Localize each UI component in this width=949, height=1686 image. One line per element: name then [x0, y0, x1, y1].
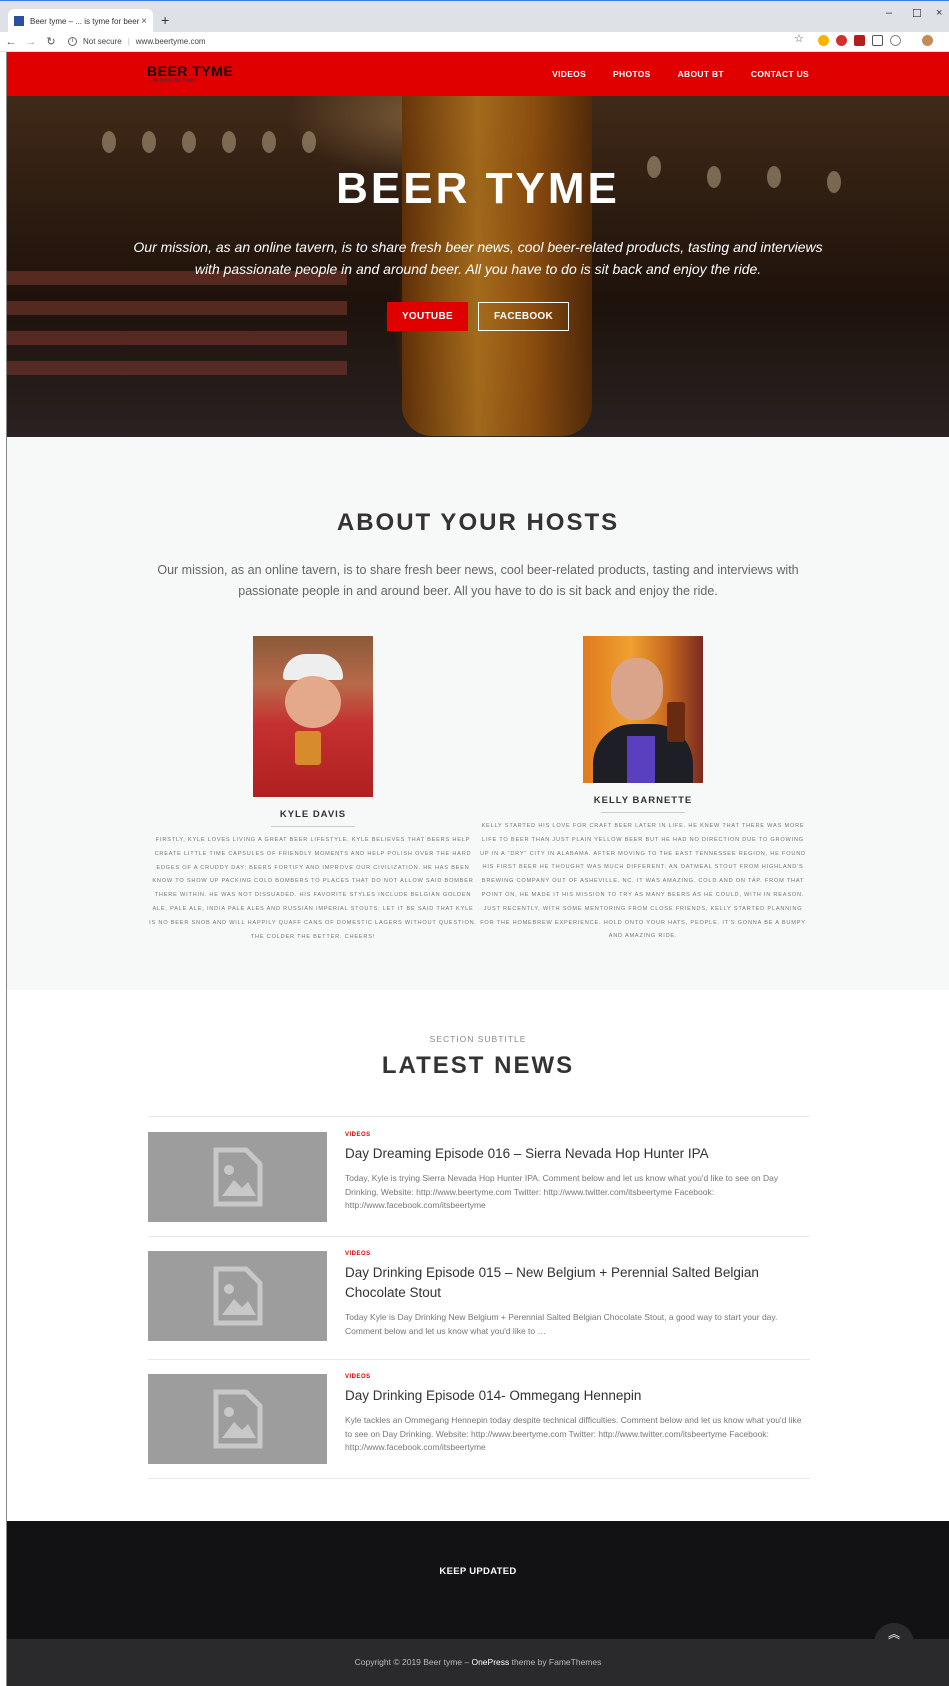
news-title: LATEST NEWS — [381, 1052, 575, 1079]
extension-icon[interactable] — [890, 35, 901, 46]
site-title[interactable]: BEER TYME — [147, 63, 233, 79]
post-thumbnail[interactable] — [148, 1132, 327, 1222]
news-subtitle: SECTION SUBTITLE — [429, 1034, 527, 1044]
browser-toolbar: ← → ↻ i Not secure | www.beertyme.com — [0, 32, 949, 52]
close-window-button[interactable]: × — [936, 7, 942, 19]
menu-item-about[interactable]: ABOUT BT — [678, 69, 724, 79]
post-excerpt: Today, Kyle is trying Sierra Nevada Hop … — [345, 1173, 779, 1210]
hero-title: BEER TYME — [336, 164, 620, 213]
site-brand[interactable]: BEER TYME ... is tyme for beer — [147, 63, 233, 84]
post-title[interactable]: Day Drinking Episode 015 – New Belgium +… — [345, 1263, 810, 1303]
bookmark-star-icon[interactable]: ☆ — [794, 34, 805, 45]
host-card: KELLY BARNETTE Kelly started his love fo… — [478, 636, 808, 944]
menu-item-videos[interactable]: VIDEOS — [552, 69, 586, 79]
post-category[interactable]: VIDEOS — [345, 1132, 810, 1138]
back-icon[interactable]: ← — [2, 36, 20, 48]
main-menu: VIDEOS PHOTOS ABOUT BT CONTACT US — [552, 69, 809, 79]
host-name: KYLE DAVIS — [279, 809, 347, 820]
maximize-button[interactable]: ☐ — [912, 7, 922, 20]
news-list: VIDEOS Day Dreaming Episode 016 – Sierra… — [148, 1116, 810, 1479]
host-card: KYLE DAVIS Firstly, Kyle loves living a … — [148, 636, 478, 944]
news-post: VIDEOS Day Drinking Episode 015 – New Be… — [148, 1236, 810, 1359]
copyright: Copyright © 2019 Beer tyme – OnePress th… — [7, 1657, 949, 1667]
youtube-button[interactable]: YOUTUBE — [386, 302, 468, 331]
post-excerpt: Today Kyle is Day Drinking New Belgium +… — [345, 1312, 778, 1336]
copyright-prefix: Copyright © 2019 Beer tyme – — [354, 1657, 472, 1667]
address-bar[interactable]: i Not secure | www.beertyme.com — [68, 37, 206, 46]
info-icon[interactable]: i — [68, 37, 77, 46]
post-body: VIDEOS Day Drinking Episode 014- Ommegan… — [345, 1374, 810, 1455]
pdf-extension-icon[interactable] — [854, 35, 865, 46]
new-tab-button[interactable]: + — [161, 12, 169, 28]
footer-title: KEEP UPDATED — [439, 1566, 517, 1577]
site-header: BEER TYME ... is tyme for beer VIDEOS PH… — [7, 52, 949, 96]
browser-tab[interactable]: Beer tyme – ... is tyme for beer × — [8, 9, 153, 33]
post-body: VIDEOS Day Dreaming Episode 016 – Sierra… — [345, 1132, 810, 1213]
post-thumbnail[interactable] — [148, 1374, 327, 1464]
security-label: Not secure — [83, 37, 122, 46]
about-title: ABOUT YOUR HOSTS — [336, 509, 620, 536]
post-title[interactable]: Day Drinking Episode 014- Ommegang Henne… — [345, 1386, 810, 1406]
hero-buttons: YOUTUBE FACEBOOK — [7, 302, 949, 331]
image-placeholder-icon — [213, 1266, 262, 1326]
menu-item-contact[interactable]: CONTACT US — [751, 69, 809, 79]
image-placeholder-icon — [213, 1147, 262, 1207]
theme-link[interactable]: OnePress — [471, 1657, 509, 1667]
post-category[interactable]: VIDEOS — [345, 1374, 810, 1380]
tab-title: Beer tyme – ... is tyme for beer — [30, 16, 140, 26]
site-favicon-icon — [14, 16, 24, 26]
host-bio: Kelly started his love for craft beer la… — [480, 823, 806, 940]
post-category[interactable]: VIDEOS — [345, 1251, 810, 1257]
menu-item-photos[interactable]: PHOTOS — [613, 69, 651, 79]
forward-icon[interactable]: → — [22, 36, 40, 48]
post-excerpt: Kyle tackles an Ommegang Hennepin today … — [345, 1415, 802, 1452]
address-separator: | — [127, 37, 130, 46]
tab-close-icon[interactable]: × — [141, 16, 147, 27]
news-post: VIDEOS Day Dreaming Episode 016 – Sierra… — [148, 1116, 810, 1236]
footer-newsletter: KEEP UPDATED — [7, 1521, 949, 1639]
reload-icon[interactable]: ↻ — [42, 35, 60, 48]
news-post: VIDEOS Day Drinking Episode 014- Ommegan… — [148, 1359, 810, 1479]
about-section: ABOUT YOUR HOSTS Our mission, as an onli… — [7, 437, 949, 990]
post-title[interactable]: Day Dreaming Episode 016 – Sierra Nevada… — [345, 1144, 810, 1164]
about-text: Our mission, as an online tavern, is to … — [157, 563, 799, 598]
copyright-suffix: theme by FameThemes — [509, 1657, 602, 1667]
divider — [271, 826, 355, 827]
extension-icon[interactable] — [818, 35, 829, 46]
divider — [601, 812, 685, 813]
extension-icon[interactable] — [836, 35, 847, 46]
minimize-button[interactable]: – — [886, 7, 892, 19]
facebook-button[interactable]: FACEBOOK — [477, 302, 570, 331]
footer-bottom: Copyright © 2019 Beer tyme – OnePress th… — [7, 1639, 949, 1686]
host-bio: Firstly, Kyle loves living a great beer … — [149, 837, 477, 940]
profile-avatar-icon[interactable] — [922, 35, 933, 46]
image-placeholder-icon — [213, 1389, 262, 1449]
host-name: KELLY BARNETTE — [593, 795, 693, 806]
hero-section: BEER TYME Our mission, as an online tave… — [7, 96, 949, 437]
host-photo — [253, 636, 373, 797]
post-body: VIDEOS Day Drinking Episode 015 – New Be… — [345, 1251, 810, 1338]
url-text[interactable]: www.beertyme.com — [136, 37, 206, 46]
cast-icon[interactable] — [872, 35, 883, 46]
host-photo — [583, 636, 703, 783]
post-thumbnail[interactable] — [148, 1251, 327, 1341]
hero-text: Our mission, as an online tavern, is to … — [133, 239, 823, 277]
